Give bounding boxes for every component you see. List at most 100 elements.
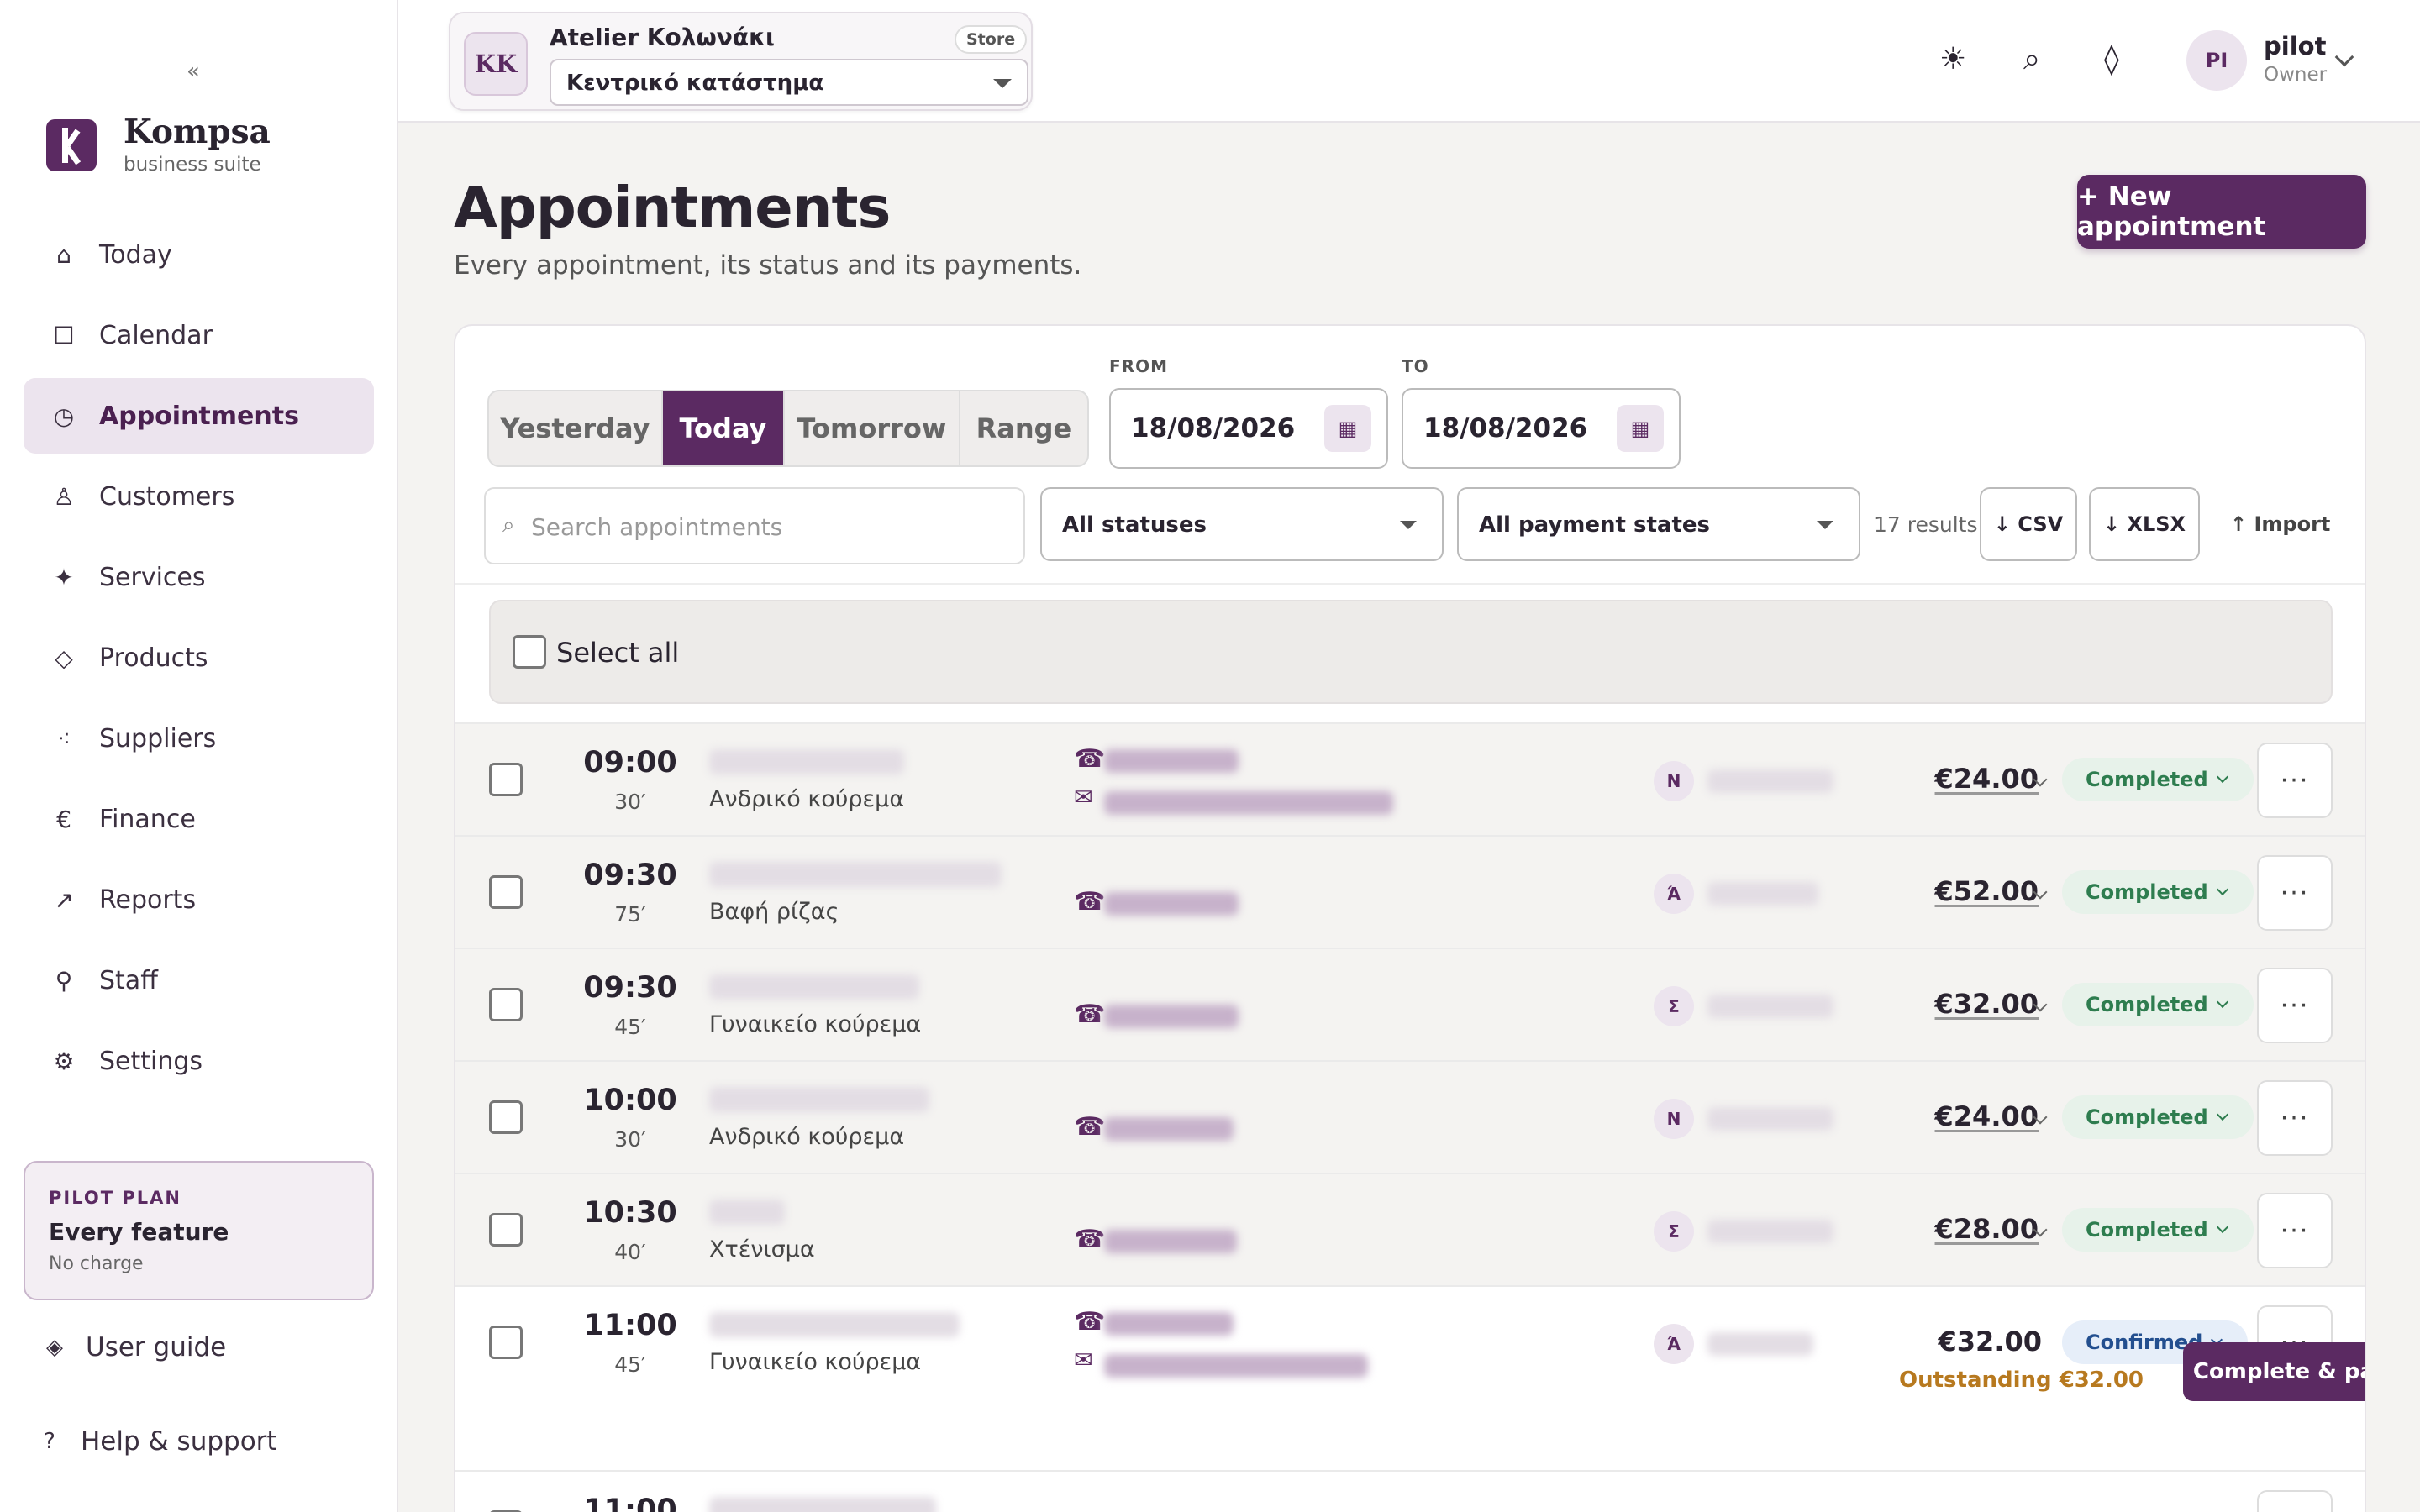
price[interactable]: €24.00: [1935, 763, 2039, 795]
phone-redacted[interactable]: [1104, 1117, 1234, 1141]
search-icon[interactable]: ⌕: [2023, 42, 2040, 77]
plan-title: Every feature: [49, 1218, 229, 1246]
more-actions-button[interactable]: ···: [2257, 1080, 2333, 1156]
email-redacted[interactable]: [1104, 791, 1393, 815]
service-name: Γυναικείο κούρεμα: [709, 1011, 922, 1037]
help-support-label: Help & support: [81, 1426, 277, 1457]
sidebar-item-label: Services: [99, 562, 206, 592]
sidebar-item-label: Reports: [99, 885, 197, 915]
appointment-time: 09:30: [583, 858, 677, 892]
phone-redacted[interactable]: [1104, 1230, 1237, 1253]
sidebar-item-products[interactable]: ◇ Products: [24, 620, 374, 696]
price[interactable]: €28.00: [1935, 1213, 2039, 1245]
calendar-icon[interactable]: ▦: [1617, 405, 1664, 452]
guide-icon: ◈: [46, 1335, 63, 1360]
help-support-link[interactable]: ? Help & support: [37, 1426, 277, 1457]
sidebar-item-reports[interactable]: ↗ Reports: [24, 862, 374, 937]
payment-filter[interactable]: All payment states: [1457, 487, 1860, 561]
table-row[interactable]: 10:30 40′ Χτένισμα ☎ Σ €28.00 Completed ···: [455, 1173, 2365, 1285]
from-date-field[interactable]: 18/08/2026 ▦: [1109, 388, 1388, 469]
sidebar-item-suppliers[interactable]: ⁖ Suppliers: [24, 701, 374, 776]
to-date-field[interactable]: 18/08/2026 ▦: [1402, 388, 1681, 469]
new-appointment-button[interactable]: + New appointment: [2077, 175, 2366, 249]
more-actions-button[interactable]: ···: [2257, 1193, 2333, 1268]
customer-name-redacted[interactable]: [709, 1312, 960, 1337]
calendar-icon[interactable]: ▦: [1324, 405, 1371, 452]
status-badge[interactable]: Completed: [2062, 870, 2254, 914]
search-input[interactable]: [531, 506, 1002, 548]
gear-icon: ⚙: [53, 1047, 75, 1075]
select-all-checkbox[interactable]: [513, 635, 546, 669]
row-checkbox[interactable]: [489, 1326, 523, 1359]
row-checkbox[interactable]: [489, 1213, 523, 1247]
export-xlsx-button[interactable]: ↓ XLSX: [2089, 487, 2200, 561]
diamond-icon[interactable]: ◊: [2104, 42, 2119, 76]
export-csv-button[interactable]: ↓ CSV: [1980, 487, 2077, 561]
phone-redacted[interactable]: [1104, 1312, 1234, 1336]
sidebar-item-calendar[interactable]: ☐ Calendar: [24, 297, 374, 373]
appointment-time: 09:30: [583, 971, 677, 1005]
table-row[interactable]: 09:00 30′ Ανδρικό κούρεμα ☎ ✉ N €24.00 Complete…: [455, 722, 2365, 835]
staff-name-redacted: [1707, 1107, 1833, 1131]
price[interactable]: €52.00: [1935, 875, 2039, 907]
sidebar-item-appointments[interactable]: ◷ Appointments: [24, 378, 374, 454]
phone-redacted[interactable]: [1104, 892, 1239, 916]
status-filter[interactable]: All statuses: [1040, 487, 1444, 561]
row-checkbox[interactable]: [489, 988, 523, 1021]
tab-today[interactable]: Today: [662, 391, 786, 465]
sidebar-item-services[interactable]: ✦ Services: [24, 539, 374, 615]
more-actions-button[interactable]: ···: [2257, 968, 2333, 1043]
sidebar-item-staff[interactable]: ⚲ Staff: [24, 942, 374, 1018]
user-name[interactable]: pilot: [2264, 32, 2326, 60]
status-badge[interactable]: Completed: [2062, 758, 2254, 801]
status-badge[interactable]: Completed: [2062, 1095, 2254, 1139]
row-checkbox[interactable]: [489, 1100, 523, 1134]
email-redacted[interactable]: [1104, 1354, 1368, 1378]
complete-and-pay-button[interactable]: Complete & pay: [2183, 1342, 2365, 1401]
table-row[interactable]: 10:00 30′ Ανδρικό κούρεμα ☎ N €24.00 Completed…: [455, 1060, 2365, 1173]
chevron-down-icon[interactable]: [2334, 47, 2354, 67]
customer-name-redacted[interactable]: [709, 1497, 936, 1512]
avatar[interactable]: PI: [2186, 30, 2247, 91]
phone-redacted[interactable]: [1104, 749, 1239, 773]
tab-range[interactable]: Range: [960, 391, 1087, 465]
sidebar-item-label: Staff: [99, 965, 158, 995]
status-badge[interactable]: Completed: [2062, 983, 2254, 1026]
staff-name-redacted: [1707, 995, 1833, 1018]
row-checkbox[interactable]: [489, 763, 523, 796]
tab-yesterday[interactable]: Yesterday: [489, 391, 663, 465]
theme-toggle-icon[interactable]: ☀: [1939, 42, 1966, 76]
price[interactable]: €24.00: [1935, 1100, 2039, 1132]
customer-name-redacted[interactable]: [709, 1200, 785, 1225]
from-label: FROM: [1109, 356, 1168, 376]
table-row[interactable]: 11:00☎···: [455, 1470, 2365, 1512]
sidebar-item-label: Suppliers: [99, 723, 217, 753]
collapse-sidebar-icon[interactable]: «: [187, 59, 200, 84]
sidebar-item-today[interactable]: ⌂ Today: [24, 217, 374, 292]
user-guide-link[interactable]: ◈ User guide: [42, 1332, 226, 1362]
price: €32.00: [1938, 1326, 2042, 1357]
more-actions-button[interactable]: ···: [2257, 855, 2333, 931]
store-switcher[interactable]: KK Atelier Κολωνάκι Store Κεντρικό κατάσ…: [449, 12, 1033, 111]
sidebar-item-customers[interactable]: ♙ Customers: [24, 459, 374, 534]
row-checkbox[interactable]: [489, 875, 523, 909]
branch-select[interactable]: Κεντρικό κατάστημα: [550, 59, 1028, 106]
customer-name-redacted[interactable]: [709, 749, 904, 774]
status-badge[interactable]: Completed: [2062, 1208, 2254, 1252]
import-button[interactable]: ↑ Import: [2230, 512, 2330, 536]
table-row[interactable]: 09:30 45′ Γυναικείο κούρεμα ☎ Σ €32.00 Complet…: [455, 948, 2365, 1060]
sidebar-item-finance[interactable]: € Finance: [24, 781, 374, 857]
more-actions-button[interactable]: ···: [2257, 1490, 2333, 1512]
price[interactable]: €32.00: [1935, 988, 2039, 1020]
home-icon: ⌂: [56, 240, 71, 269]
sidebar-item-settings[interactable]: ⚙ Settings: [24, 1023, 374, 1099]
tab-tomorrow[interactable]: Tomorrow: [785, 391, 960, 465]
phone-redacted[interactable]: [1104, 1005, 1239, 1028]
customer-name-redacted[interactable]: [709, 1087, 929, 1112]
table-row[interactable]: 09:30 75′ Βαφή ρίζας ☎ Ά €52.00 Completed ···: [455, 835, 2365, 948]
customer-name-redacted[interactable]: [709, 862, 1002, 887]
more-actions-button[interactable]: ···: [2257, 743, 2333, 818]
staff-avatar: Ά: [1654, 1324, 1694, 1364]
search-field[interactable]: ⌕: [484, 487, 1025, 564]
customer-name-redacted[interactable]: [709, 974, 919, 1000]
